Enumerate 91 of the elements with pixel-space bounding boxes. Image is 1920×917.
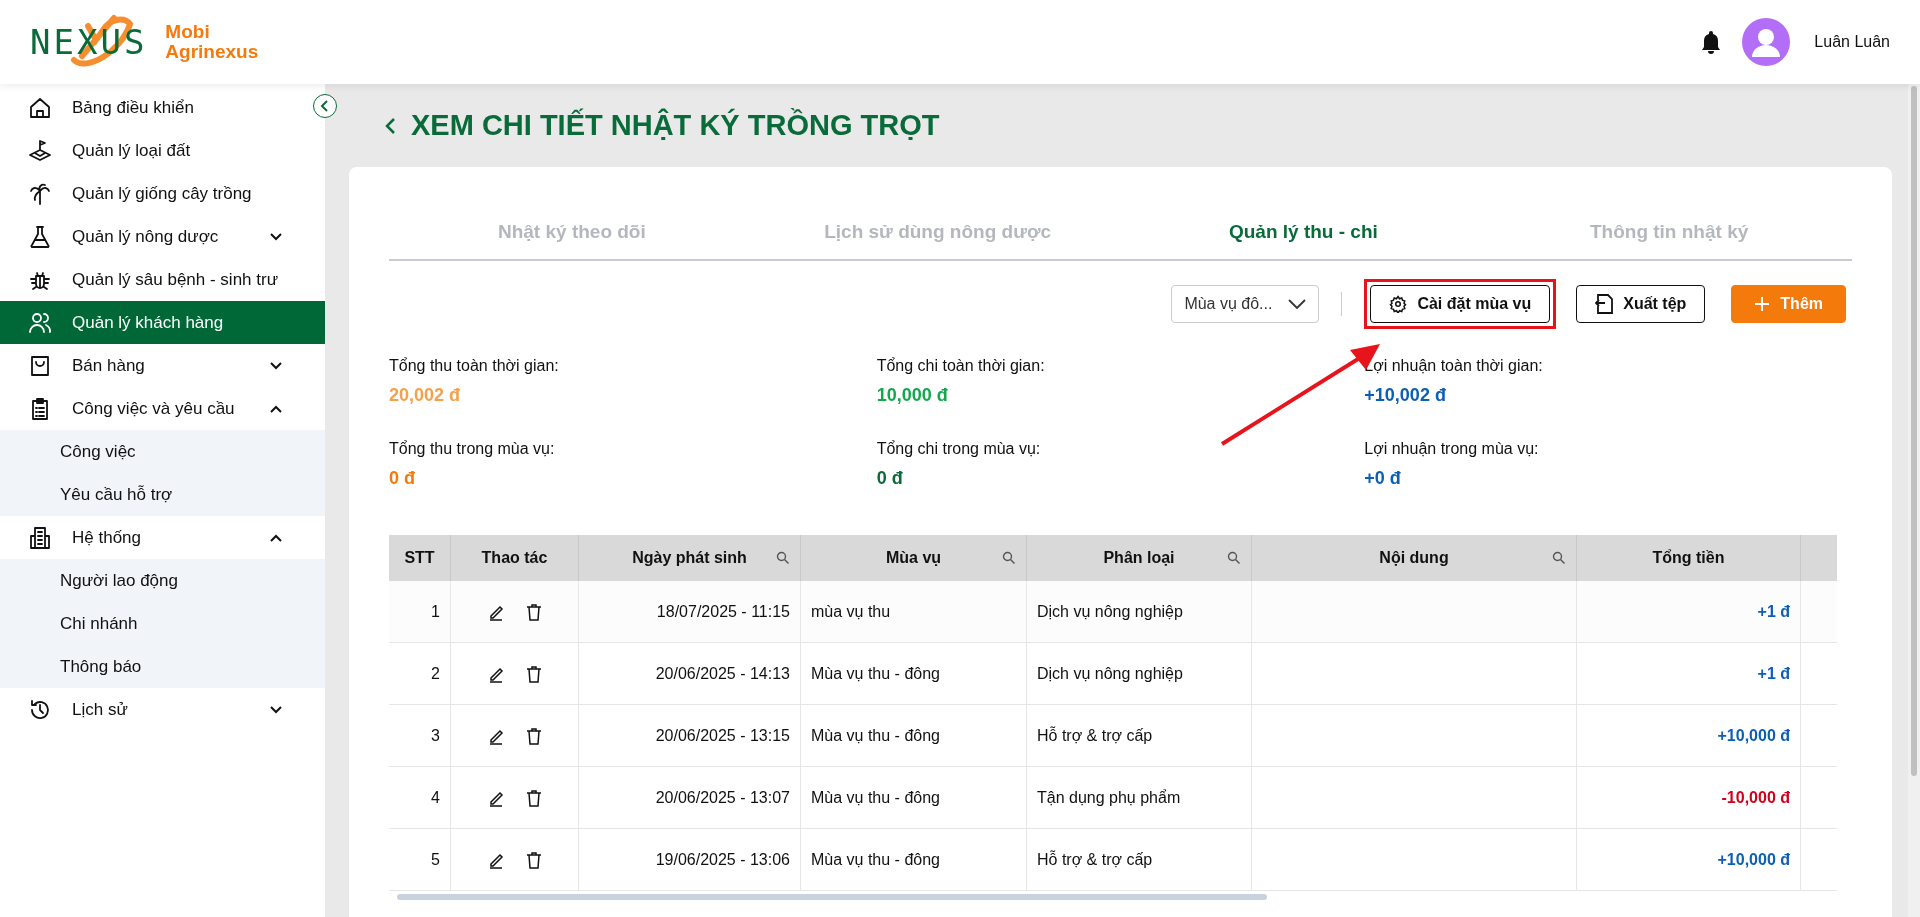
delete-icon[interactable] (525, 726, 542, 745)
search-icon[interactable] (1552, 551, 1566, 565)
table-cell: Hỗ trợ & trợ cấp (1027, 705, 1252, 766)
search-icon[interactable] (1002, 551, 1016, 565)
amount-cell: -10,000 đ (1577, 767, 1801, 828)
delete-icon[interactable] (525, 664, 542, 683)
delete-icon[interactable] (525, 850, 542, 869)
table-cell: Dịch vụ nông nghiệp (1027, 581, 1252, 642)
building-icon (28, 525, 52, 550)
table-cell: 1 (389, 581, 451, 642)
search-icon[interactable] (1227, 551, 1241, 565)
flask-icon (28, 224, 52, 249)
table-cell: Hỗ trợ & trợ cấp (1027, 829, 1252, 890)
table-cell: 5 (389, 829, 451, 890)
table-cell: 20/06/2025 - 13:15 (579, 705, 801, 766)
table-cell: 19/06/2025 - 13:06 (579, 829, 801, 890)
table-cell: Dịch vụ nông nghiệp (1027, 643, 1252, 704)
palm-tree-icon (28, 181, 52, 206)
sidebar-item[interactable]: Công việc và yêu cầu (0, 387, 309, 430)
sidebar-subitem[interactable]: Yêu cầu hỗ trợ (0, 473, 325, 516)
users-icon (28, 310, 52, 335)
back-icon[interactable] (383, 115, 397, 136)
sidebar-subitem[interactable]: Công việc (0, 430, 325, 473)
table-cell: 2 (389, 643, 451, 704)
vertical-scrollbar[interactable] (1908, 84, 1920, 917)
export-file-icon (1595, 294, 1614, 314)
table-cell: Mùa vụ thu - đông (801, 643, 1027, 704)
stat-label: Tổng thu trong mùa vụ: (389, 440, 556, 458)
amount-cell: +10,000 đ (1577, 829, 1801, 890)
stat-value: 10,000 đ (876, 385, 949, 406)
sidebar-item[interactable]: Quản lý sâu bệnh - sinh trư (0, 258, 309, 301)
sidebar-item[interactable]: Bảng điều khiển (0, 86, 309, 129)
plus-icon (1754, 296, 1771, 312)
settings-icon (1389, 295, 1408, 313)
sidebar-item[interactable]: Bán hàng (0, 344, 309, 387)
sidebar-item[interactable]: Quản lý nông dược (0, 215, 309, 258)
chevron-left-icon (320, 100, 330, 112)
chevron-down-icon (269, 360, 283, 371)
brand-name: Mobi (165, 22, 211, 42)
land-plot-icon (28, 138, 52, 163)
stat-label: Tổng chi trong mùa vụ: (876, 440, 1042, 458)
table-cell: 20/06/2025 - 14:13 (579, 643, 801, 704)
shopping-bag-icon (28, 353, 52, 378)
table-cell: 20/06/2025 - 13:07 (579, 767, 801, 828)
stat-value: +10,002 đ (1364, 385, 1447, 406)
stat-value: 0 đ (876, 468, 904, 489)
season-select[interactable]: Mùa vụ đô... (1171, 285, 1320, 323)
chevron-down-icon (269, 704, 283, 715)
season-settings-button[interactable]: Cài đặt mùa vụ (1370, 285, 1551, 323)
brand-name: Agrinexus (165, 42, 259, 62)
table-cell: 18/07/2025 - 11:15 (579, 581, 801, 642)
table-cell: 3 (389, 705, 451, 766)
search-icon[interactable] (776, 551, 790, 565)
clock-icon (28, 697, 52, 722)
stat-value: +0 đ (1364, 468, 1402, 489)
chevron-up-icon (269, 532, 283, 543)
avatar-icon[interactable] (1742, 18, 1791, 66)
stat-label: Tổng chi toàn thời gian: (876, 357, 1046, 375)
amount-cell: +1 đ (1577, 581, 1801, 642)
stat-label: Lợi nhuận trong mùa vụ: (1364, 440, 1540, 458)
delete-icon[interactable] (525, 788, 542, 807)
sidebar-subitem[interactable]: Thông báo (0, 645, 325, 688)
sidebar-item[interactable]: Quản lý loại đất (0, 129, 309, 172)
delete-icon[interactable] (525, 602, 542, 621)
user-name: Luân Luân (1814, 33, 1890, 51)
table-cell: mùa vụ thu (801, 581, 1027, 642)
stat-label: Tổng thu toàn thời gian: (389, 357, 560, 375)
sidebar-item[interactable]: Quản lý khách hàng (0, 301, 325, 344)
table-cell: Mùa vụ thu - đông (801, 705, 1027, 766)
amount-cell: +1 đ (1577, 643, 1801, 704)
amount-cell: +10,000 đ (1577, 705, 1801, 766)
table-cell: Tận dụng phụ phẩm (1027, 767, 1252, 828)
chevron-down-icon (269, 231, 283, 242)
collapse-sidebar-button[interactable] (313, 94, 337, 118)
sidebar-subitem[interactable]: Người lao động (0, 559, 325, 602)
table-cell: Mùa vụ thu - đông (801, 829, 1027, 890)
page-title: XEM CHI TIẾT NHẬT KÝ TRỒNG TRỌT (411, 109, 940, 142)
export-button[interactable]: Xuất tệp (1576, 285, 1706, 323)
sidebar-item[interactable]: Lịch sử (0, 688, 309, 731)
notification-bell-icon[interactable] (1700, 30, 1723, 54)
table-cell: 4 (389, 767, 451, 828)
tab[interactable]: Quản lý thu - chi (1120, 211, 1487, 259)
chevron-down-icon (1288, 298, 1307, 310)
home-icon (28, 95, 52, 120)
sidebar-item[interactable]: Hệ thống (0, 516, 309, 559)
stat-value: 20,002 đ (389, 385, 462, 406)
stat-value: 0 đ (389, 468, 416, 489)
chevron-up-icon (269, 403, 283, 414)
table-cell: Mùa vụ thu - đông (801, 767, 1027, 828)
sidebar-subitem[interactable]: Chi nhánh (0, 602, 325, 645)
sidebar-item[interactable]: Quản lý giống cây trồng (0, 172, 309, 215)
